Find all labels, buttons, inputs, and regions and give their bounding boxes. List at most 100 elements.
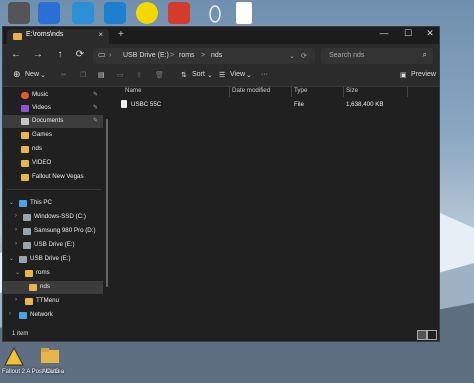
- sidebar-item-usb-drive[interactable]: › USB Drive (E:): [3, 239, 103, 252]
- chevron-right-icon[interactable]: ›: [9, 311, 11, 317]
- vscode-icon[interactable]: [72, 2, 94, 24]
- rename-icon[interactable]: ▭: [117, 71, 124, 79]
- preview-button[interactable]: Preview: [411, 71, 436, 78]
- file-icon: [121, 100, 127, 108]
- sidebar-item-fallout-new-vegas[interactable]: Fallout New Vegas: [3, 171, 103, 184]
- column-header-type[interactable]: Type: [294, 87, 307, 94]
- folder-icon: [41, 348, 59, 363]
- column-header-size[interactable]: Size: [346, 87, 358, 94]
- chevron-right-icon[interactable]: ›: [15, 227, 17, 233]
- usb-drive-icon: [19, 256, 27, 263]
- search-input[interactable]: Search nds: [329, 52, 364, 59]
- fallout-icon: [4, 346, 24, 366]
- title-bar: E:\roms\nds × + — ☐ ✕: [3, 27, 439, 44]
- forward-button[interactable]: →: [31, 49, 45, 60]
- tab-title: E:\roms\nds: [26, 31, 64, 38]
- snapchat-icon[interactable]: [136, 2, 158, 24]
- close-tab-icon[interactable]: ×: [98, 30, 103, 39]
- tab-current[interactable]: E:\roms\nds ×: [7, 29, 109, 44]
- folder-icon: [13, 33, 22, 40]
- view-button[interactable]: View: [230, 71, 245, 78]
- column-divider[interactable]: [343, 87, 344, 97]
- copy-icon[interactable]: ❐: [80, 71, 86, 79]
- g-app-icon[interactable]: [38, 2, 60, 24]
- file-name: USBC 55C: [131, 101, 162, 108]
- search-icon: ⌕: [422, 50, 427, 59]
- sidebar-item-this-pc[interactable]: ⌄ This PC: [3, 197, 103, 210]
- new-button[interactable]: New: [25, 71, 39, 78]
- share-icon[interactable]: ⇪: [136, 71, 142, 79]
- chevron-right-icon[interactable]: ›: [15, 213, 17, 219]
- sidebar-item-video[interactable]: VIDEO: [3, 157, 103, 170]
- sidebar-item-music[interactable]: Music ✎: [3, 89, 103, 102]
- sidebar-item-games[interactable]: Games: [3, 129, 103, 142]
- sort-icon: ⇅: [181, 72, 187, 79]
- chevron-down-icon[interactable]: ⌄: [9, 255, 14, 262]
- details-view-button[interactable]: [417, 330, 427, 340]
- sidebar-item-network[interactable]: › Network: [3, 309, 103, 322]
- folder-icon: [21, 160, 29, 167]
- preview-icon: ▣: [400, 72, 407, 79]
- minimize-button[interactable]: —: [375, 28, 393, 38]
- breadcrumb-drive[interactable]: USB Drive (E:): [123, 52, 169, 59]
- maximize-button[interactable]: ☐: [399, 28, 417, 39]
- filezilla-icon[interactable]: [168, 2, 190, 24]
- paste-icon[interactable]: ▤: [98, 71, 105, 79]
- sidebar-item-videos[interactable]: Videos ✎: [3, 102, 103, 115]
- column-divider[interactable]: [229, 87, 230, 97]
- file-list: Name Date modified Type Size USBC 55C Fi…: [111, 87, 435, 337]
- address-bar[interactable]: ▭ › USB Drive (E:) > roms > nds ⌄ ⟳: [93, 48, 315, 64]
- breadcrumb-separator: >: [170, 52, 175, 59]
- back-button[interactable]: ←: [9, 49, 23, 60]
- file-icon[interactable]: [236, 2, 252, 24]
- app-icon[interactable]: [8, 2, 30, 24]
- view-icon: ☰: [219, 72, 226, 79]
- sidebar-scrollbar[interactable]: [106, 119, 108, 287]
- refresh-button[interactable]: ⟳: [73, 49, 87, 60]
- sidebar-item-samsung-980[interactable]: › Samsung 980 Pro (D:): [3, 225, 103, 238]
- tiles-view-button[interactable]: [427, 330, 437, 340]
- more-button[interactable]: ···: [261, 71, 268, 78]
- pin-icon: ✎: [92, 92, 98, 98]
- column-divider[interactable]: [407, 87, 408, 97]
- close-button[interactable]: ✕: [421, 28, 439, 39]
- chevron-down-icon[interactable]: ⌄: [15, 269, 20, 276]
- sidebar-item-roms[interactable]: ⌄ roms: [3, 267, 103, 280]
- chevron-right-icon[interactable]: ›: [15, 241, 17, 247]
- up-button[interactable]: ↑: [53, 49, 67, 60]
- sidebar-item-usb-drive-root[interactable]: ⌄ USB Drive (E:): [3, 253, 103, 266]
- mouse-icon[interactable]: [204, 2, 226, 24]
- pin-icon: ✎: [92, 105, 98, 111]
- videos-icon: [21, 105, 29, 112]
- sidebar-item-nds-quick[interactable]: nds: [3, 143, 103, 156]
- delete-icon[interactable]: 🗑: [155, 71, 164, 79]
- column-header-date[interactable]: Date modified: [232, 87, 270, 94]
- breadcrumb-nds[interactable]: nds: [211, 52, 222, 59]
- cut-icon[interactable]: ✂: [61, 71, 67, 79]
- desktop-icon-acug[interactable]: ACUG: [40, 347, 60, 375]
- address-refresh-icon[interactable]: ⟳: [301, 52, 307, 60]
- drive-icon: [23, 214, 31, 221]
- pin-icon: ✎: [92, 118, 98, 124]
- new-tab-button[interactable]: +: [118, 29, 124, 40]
- search-box[interactable]: Search nds ⌕: [321, 48, 433, 64]
- sort-button[interactable]: Sort: [192, 71, 205, 78]
- sidebar-item-nds[interactable]: nds: [3, 281, 103, 294]
- sidebar-item-documents[interactable]: Documents ✎: [3, 115, 103, 128]
- sidebar-item-windows-ssd[interactable]: › Windows-SSD (C:): [3, 211, 103, 224]
- file-row[interactable]: USBC 55C File 1,638,400 KB: [111, 99, 411, 111]
- column-header-name[interactable]: Name: [125, 87, 142, 94]
- monitor-icon: ▭: [98, 50, 106, 59]
- column-divider[interactable]: [291, 87, 292, 97]
- folder-icon: [21, 132, 29, 139]
- breadcrumb-roms[interactable]: roms: [179, 52, 195, 59]
- chevron-right-icon[interactable]: ›: [15, 297, 17, 303]
- address-dropdown-icon[interactable]: ⌄: [289, 52, 295, 60]
- new-plus-icon: ⊕: [13, 69, 21, 79]
- chevron-down-icon[interactable]: ⌄: [9, 199, 14, 206]
- arrow-app-icon[interactable]: [104, 2, 126, 24]
- desktop-icon-fallout[interactable]: Fallout 2 A Post Nuclea: [2, 346, 64, 375]
- folder-icon: [29, 284, 37, 291]
- new-chevron-icon[interactable]: ⌄: [40, 71, 46, 79]
- sidebar-item-ttmenu[interactable]: › TTMenu: [3, 295, 103, 308]
